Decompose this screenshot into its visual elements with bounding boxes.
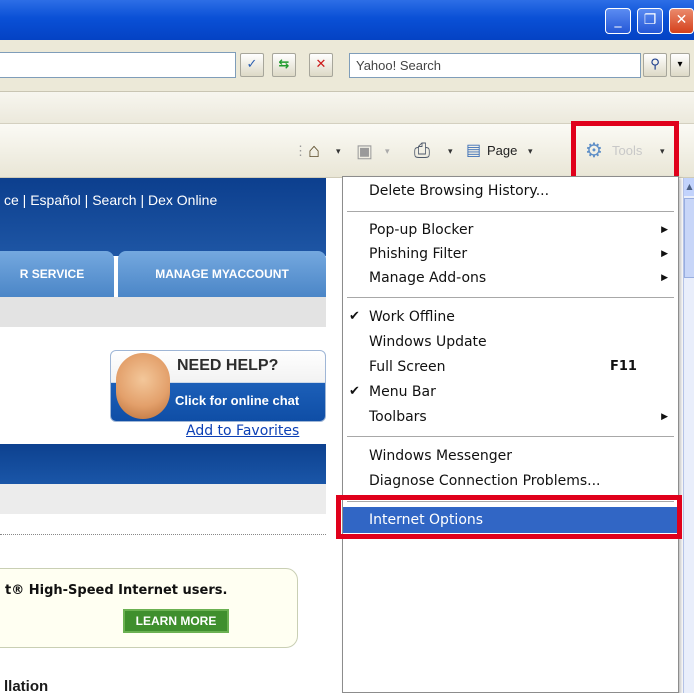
feeds-icon[interactable]: ▣	[356, 138, 373, 164]
subnav-bar	[0, 297, 326, 327]
menu-item-label: Windows Messenger	[369, 448, 512, 464]
site-header: ce | Español | Search | Dex Online	[0, 178, 326, 256]
menu-item-label: Pop-up Blocker	[369, 222, 474, 238]
home-dropdown-icon[interactable]: ▾	[336, 138, 341, 164]
menu-item-label: Phishing Filter	[369, 246, 468, 262]
promo-text: t® High-Speed Internet users.	[5, 583, 228, 598]
tools-menu: Delete Browsing History... Pop-up Blocke…	[342, 176, 679, 693]
menu-item-diagnose-connection[interactable]: Diagnose Connection Problems...	[343, 469, 678, 493]
menu-item-label: Diagnose Connection Problems...	[369, 473, 601, 489]
help-banner[interactable]: NEED HELP? Click for online chat	[110, 350, 326, 422]
stop-button[interactable]: ✕	[309, 53, 333, 77]
menu-item-windows-update[interactable]: Windows Update	[343, 330, 678, 354]
page-icon: ▤	[466, 142, 482, 159]
address-input[interactable]	[0, 52, 236, 78]
divider	[0, 534, 326, 535]
search-icon[interactable]: ⚲	[643, 53, 667, 77]
internet-options-highlight-box	[336, 495, 682, 539]
home-icon[interactable]: ⌂	[308, 138, 320, 164]
menu-item-label: Delete Browsing History...	[369, 183, 550, 199]
content-subbar	[0, 484, 326, 514]
page-dropdown-icon[interactable]: ▾	[528, 138, 533, 164]
print-icon[interactable]: ⎙	[414, 138, 430, 164]
promo-box: t® High-Speed Internet users. LEARN MORE	[0, 568, 298, 648]
refresh-button[interactable]: ⇆	[272, 53, 296, 77]
top-nav-links[interactable]: ce | Español | Search | Dex Online	[0, 180, 217, 220]
menu-item-windows-messenger[interactable]: Windows Messenger	[343, 444, 678, 468]
menu-separator	[347, 211, 674, 212]
checkmark-icon: ✔	[349, 384, 360, 399]
menu-item-full-screen[interactable]: Full Screen F11	[343, 355, 678, 379]
menu-item-manage-addons[interactable]: Manage Add-ons ▶	[343, 266, 678, 290]
minimize-button[interactable]: _	[605, 8, 631, 34]
menu-item-popup-blocker[interactable]: Pop-up Blocker ▶	[343, 218, 678, 242]
help-chat-link[interactable]: Click for online chat	[175, 393, 299, 408]
submenu-arrow-icon: ▶	[661, 273, 668, 283]
go-button[interactable]: ✓	[240, 53, 264, 77]
menu-item-label: Manage Add-ons	[369, 270, 487, 286]
command-separator: ⋮	[294, 143, 307, 158]
menu-item-label: Windows Update	[369, 334, 487, 350]
content-band	[0, 444, 326, 484]
maximize-button[interactable]: ❐	[637, 8, 663, 34]
scroll-thumb[interactable]	[684, 198, 694, 278]
feeds-dropdown-icon[interactable]: ▾	[385, 138, 390, 164]
tools-highlight-box	[571, 121, 679, 183]
title-bar: _ ❐ ✕	[0, 0, 694, 40]
page-menu-button[interactable]: Page	[487, 138, 517, 164]
menu-item-phishing-filter[interactable]: Phishing Filter ▶	[343, 242, 678, 266]
search-input[interactable]: Yahoo! Search	[349, 53, 641, 78]
menu-separator	[347, 436, 674, 437]
submenu-arrow-icon: ▶	[661, 249, 668, 259]
menu-item-label: Full Screen	[369, 359, 446, 375]
installation-heading: llation	[4, 678, 49, 693]
menu-item-label: Toolbars	[369, 409, 427, 425]
address-bar-row: ✓ ⇆ ✕ Yahoo! Search ⚲ ▾	[0, 40, 694, 92]
support-agent-image	[116, 353, 170, 419]
menu-item-label: Work Offline	[369, 309, 455, 325]
menu-item-toolbars[interactable]: Toolbars ▶	[343, 405, 678, 429]
help-title: NEED HELP?	[177, 357, 279, 374]
menu-item-work-offline[interactable]: ✔ Work Offline	[343, 305, 678, 329]
print-dropdown-icon[interactable]: ▾	[448, 138, 453, 164]
links-strip	[0, 92, 694, 124]
submenu-arrow-icon: ▶	[661, 412, 668, 422]
menu-item-menu-bar[interactable]: ✔ Menu Bar	[343, 380, 678, 404]
menu-item-delete-browsing-history[interactable]: Delete Browsing History...	[343, 179, 678, 203]
search-options-button[interactable]: ▾	[670, 53, 690, 77]
checkmark-icon: ✔	[349, 309, 360, 324]
vertical-scrollbar[interactable]: ▲	[683, 178, 694, 693]
menu-separator	[347, 297, 674, 298]
submenu-arrow-icon: ▶	[661, 225, 668, 235]
scroll-up-icon[interactable]: ▲	[684, 178, 694, 196]
tab-service[interactable]: R SERVICE	[0, 251, 114, 297]
tab-manage-account[interactable]: MANAGE MYACCOUNT	[118, 251, 326, 297]
close-button[interactable]: ✕	[669, 8, 694, 34]
add-to-favorites-link[interactable]: Add to Favorites	[186, 423, 299, 439]
shortcut-key: F11	[610, 359, 637, 374]
menu-item-label: Menu Bar	[369, 384, 436, 400]
learn-more-button[interactable]: LEARN MORE	[123, 609, 229, 633]
